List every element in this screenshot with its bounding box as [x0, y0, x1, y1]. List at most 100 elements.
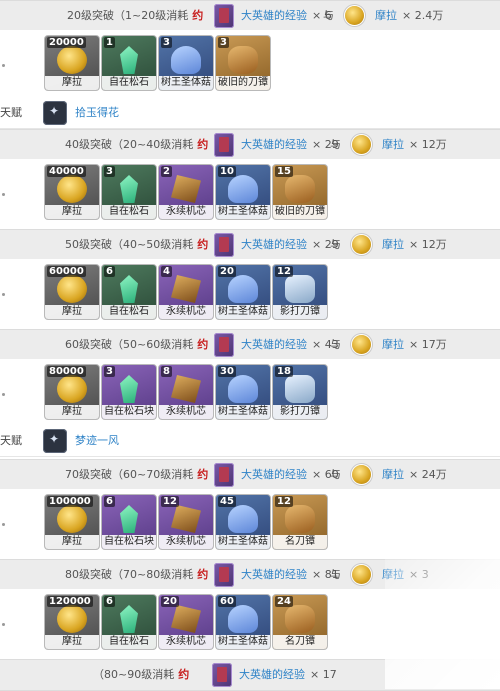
breakthrough-label-text: 60级突破（50~60级消耗 — [65, 338, 194, 351]
material-card[interactable]: 12 名刀镡 — [272, 494, 328, 550]
exp-book-icon — [214, 563, 234, 587]
material-card[interactable]: 8 永续机芯 — [158, 364, 214, 420]
material-card[interactable]: 30 树王圣体菇 — [215, 364, 271, 420]
mora-amount: × 12万 — [409, 238, 447, 251]
mora-coin-icon — [352, 135, 371, 154]
talent-row: 天赋 梦迹一风 — [0, 426, 500, 457]
row-bullet — [2, 64, 5, 67]
material-card[interactable]: 15 破旧的刀镡 — [272, 164, 328, 220]
material-card[interactable]: 60000 摩拉 — [44, 264, 100, 320]
exp-item-name[interactable]: 大英雄的经验 — [239, 668, 305, 681]
material-name: 永续机芯 — [159, 205, 213, 219]
mora-name[interactable]: 摩拉 — [375, 9, 397, 22]
tree-mushroom-icon — [228, 505, 258, 533]
talent-icon — [43, 101, 67, 125]
material-card[interactable]: 10 树王圣体菇 — [215, 164, 271, 220]
breakthrough-label-text: 70级突破（60~70级消耗 — [65, 468, 194, 481]
exp-item-name[interactable]: 大英雄的经验 — [241, 138, 307, 151]
breakthrough-label-text: （80~90级消耗 — [93, 668, 175, 681]
material-count: 20 — [161, 596, 179, 607]
mora-name[interactable]: 摩拉 — [382, 238, 404, 251]
breakthrough-label: 70级突破（60~70级消耗约 — [65, 460, 208, 490]
material-count: 12 — [275, 266, 293, 277]
material-card[interactable]: 80000 摩拉 — [44, 364, 100, 420]
material-count: 12 — [161, 496, 179, 507]
material-name: 永续机芯 — [159, 635, 213, 649]
material-name: 破旧的刀镡 — [273, 205, 327, 219]
exp-item-text[interactable]: 大英雄的经验 × 6 — [241, 1, 332, 31]
material-card[interactable]: 4 永续机芯 — [158, 264, 214, 320]
mora-name[interactable]: 摩拉 — [382, 468, 404, 481]
mora-name[interactable]: 摩拉 — [382, 138, 404, 151]
exp-item-text[interactable]: 大英雄的经验 × 60 — [241, 460, 339, 490]
material-count: 40000 — [47, 166, 86, 177]
material-name: 永续机芯 — [159, 535, 213, 549]
eternal-core-icon — [171, 375, 201, 403]
exp-item-name[interactable]: 大英雄的经验 — [241, 468, 307, 481]
breakthrough-label-text: 50级突破（40~50级消耗 — [65, 238, 194, 251]
material-count: 2 — [161, 166, 172, 177]
material-count: 10 — [218, 166, 236, 177]
talent-name-link[interactable]: 梦迹一风 — [75, 426, 119, 456]
material-card[interactable]: 18 影打刀镡 — [272, 364, 328, 420]
material-card[interactable]: 60 树王圣体菇 — [215, 594, 271, 650]
material-card[interactable]: 6 自在松石块 — [101, 494, 157, 550]
material-card[interactable]: 1 自在松石 — [101, 35, 157, 91]
exp-item-name[interactable]: 大英雄的经验 — [241, 238, 307, 251]
exp-item-text[interactable]: 大英雄的经验 × 81 — [241, 560, 339, 590]
talent-name-link[interactable]: 拾玉得花 — [75, 98, 119, 128]
mora-name[interactable]: 摩拉 — [382, 338, 404, 351]
material-card[interactable]: 12 影打刀镡 — [272, 264, 328, 320]
material-card[interactable]: 20 永续机芯 — [158, 594, 214, 650]
mora-coin-icon — [352, 235, 371, 254]
materials-row: 100000 摩拉 6 自在松石块 12 永续机芯 45 树王圣体菇 12 名刀镡 — [0, 489, 500, 557]
material-card[interactable]: 3 破旧的刀镡 — [215, 35, 271, 91]
breakthrough-label-text: 40级突破（20~40级消耗 — [65, 138, 194, 151]
material-card[interactable]: 2 永续机芯 — [158, 164, 214, 220]
approx-label: 约 — [197, 238, 209, 251]
material-name: 破旧的刀镡 — [216, 76, 270, 90]
material-card[interactable]: 100000 摩拉 — [44, 494, 100, 550]
material-card[interactable]: 12 永续机芯 — [158, 494, 214, 550]
material-card[interactable]: 20 树王圣体菇 — [215, 264, 271, 320]
free-stone-icon — [120, 46, 138, 74]
exp-item-text[interactable]: 大英雄的经验 × 43 — [241, 330, 339, 360]
material-name: 摩拉 — [45, 535, 99, 549]
with-label: 与 — [330, 568, 341, 581]
material-card[interactable]: 6 自在松石 — [101, 594, 157, 650]
material-card[interactable]: 3 自在松石块 — [101, 364, 157, 420]
material-card[interactable]: 6 自在松石 — [101, 264, 157, 320]
mora-text[interactable]: 摩拉 × 12万 — [382, 130, 447, 160]
exp-item-text[interactable]: 大英雄的经验 × 29 — [241, 230, 339, 260]
tree-mushroom-icon — [228, 605, 258, 633]
exp-item-text[interactable]: 大英雄的经验 × 17 — [239, 660, 337, 690]
material-name: 摩拉 — [45, 205, 99, 219]
material-name: 摩拉 — [45, 405, 99, 419]
row-bullet — [2, 523, 5, 526]
material-card[interactable]: 120000 摩拉 — [44, 594, 100, 650]
with-label: 与 — [330, 138, 341, 151]
breakthrough-label-text: 20级突破（1~20级消耗 — [67, 9, 189, 22]
material-card[interactable]: 45 树王圣体菇 — [215, 494, 271, 550]
talent-label: 天赋 — [0, 106, 22, 119]
mora-text[interactable]: 摩拉 × 3 — [382, 560, 429, 590]
exp-item-name[interactable]: 大英雄的经验 — [241, 338, 307, 351]
mora-amount: × 17万 — [409, 338, 447, 351]
exp-item-name[interactable]: 大英雄的经验 — [241, 9, 307, 22]
mora-name[interactable]: 摩拉 — [382, 568, 404, 581]
material-card[interactable]: 3 自在松石 — [101, 164, 157, 220]
mora-text[interactable]: 摩拉 × 12万 — [382, 230, 447, 260]
mora-text[interactable]: 摩拉 × 24万 — [382, 460, 447, 490]
mora-text[interactable]: 摩拉 × 17万 — [382, 330, 447, 360]
mora-text[interactable]: 摩拉 × 2.4万 — [375, 1, 443, 31]
material-card[interactable]: 20000 摩拉 — [44, 35, 100, 91]
material-card[interactable]: 3 树王圣体菇 — [158, 35, 214, 91]
broken-guard-icon — [285, 175, 315, 203]
material-card[interactable]: 24 名刀镡 — [272, 594, 328, 650]
mora-coin-icon — [57, 275, 87, 303]
material-card[interactable]: 40000 摩拉 — [44, 164, 100, 220]
material-count: 3 — [104, 166, 115, 177]
exp-item-text[interactable]: 大英雄的经验 × 29 — [241, 130, 339, 160]
exp-item-name[interactable]: 大英雄的经验 — [241, 568, 307, 581]
mora-coin-icon — [352, 465, 371, 484]
